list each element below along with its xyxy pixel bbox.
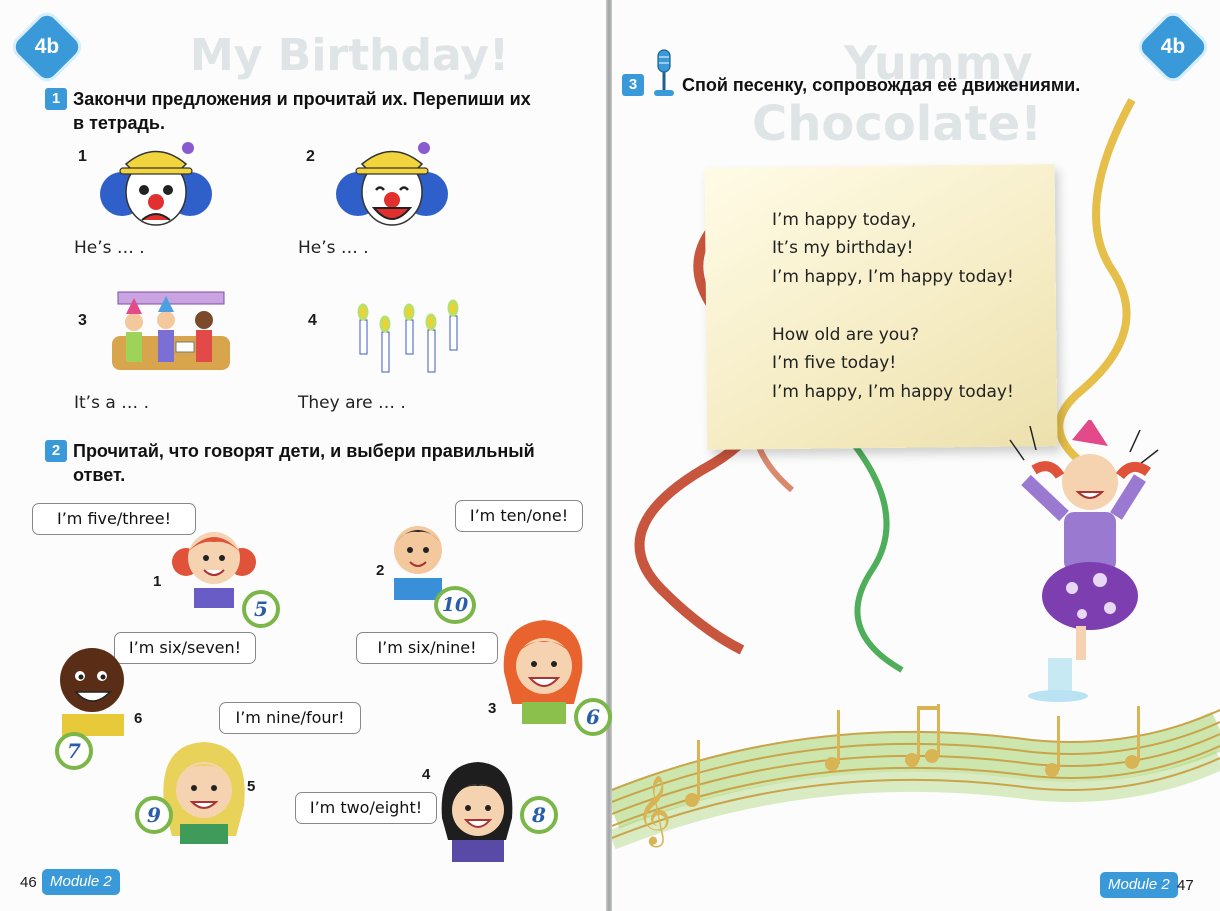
task2-title-line2: ответ. xyxy=(73,465,126,485)
kid-6-illustration xyxy=(60,648,124,736)
kid-4-illustration xyxy=(441,762,513,862)
task1-sentence-4: They are … . xyxy=(298,393,406,413)
clown-happy-icon xyxy=(336,142,448,226)
task1-number: 1 xyxy=(45,88,67,110)
module-tab-right: Module 2 xyxy=(1100,872,1178,898)
kid-5-age: 9 xyxy=(135,796,173,834)
ghost-title: My Birthday! xyxy=(190,30,510,81)
kid-6-age: 7 xyxy=(55,732,93,770)
song-verse2-line3: I’m happy, I’m happy today! xyxy=(772,382,1014,402)
kid-6-number: 6 xyxy=(134,710,143,727)
song-verse2-line1: How old are you? xyxy=(772,325,919,345)
speech-bubble-kid-3: I’m six/nine! xyxy=(356,632,498,664)
speech-bubble-kid-5: I’m nine/four! xyxy=(219,702,361,734)
kid-1-number: 1 xyxy=(153,573,162,590)
kid-2-illustration xyxy=(394,526,442,600)
task1-item-num-2: 2 xyxy=(306,148,315,165)
dancing-girl-illustration xyxy=(1009,420,1159,702)
svg-text:𝄞: 𝄞 xyxy=(636,775,671,847)
task1-sentence-1: He’s … . xyxy=(74,238,145,258)
unit-badge-right-label: 4b xyxy=(1160,35,1186,58)
speech-bubble-kid-4: I’m two/eight! xyxy=(295,792,437,824)
kid-4-number: 4 xyxy=(422,766,431,783)
kid-1-illustration xyxy=(172,532,256,608)
music-notes-icon: 𝄞 xyxy=(612,704,1220,850)
task1-item-num-3: 3 xyxy=(78,312,87,329)
task1-title-line2: в тетрадь. xyxy=(73,113,165,133)
speech-bubble-kid-2: I’m ten/one! xyxy=(455,500,583,532)
page-number-left: 46 xyxy=(20,874,37,891)
task1-item-num-4: 4 xyxy=(308,312,317,329)
task1-sentence-2: He’s … . xyxy=(298,238,369,258)
kid-5-illustration xyxy=(163,742,245,844)
clown-sad-icon xyxy=(100,142,212,226)
birthday-party-icon xyxy=(112,291,230,370)
page-number-right: 47 xyxy=(1177,877,1194,894)
candles-icon xyxy=(357,299,459,373)
kid-4-age: 8 xyxy=(520,796,558,834)
song-verse1-line2: It’s my birthday! xyxy=(772,238,914,258)
song-verse2-line2: I’m five today! xyxy=(772,353,897,373)
kid-2-age: 10 xyxy=(434,586,476,624)
kid-1-age: 5 xyxy=(242,590,280,628)
module-tab-left: Module 2 xyxy=(42,869,120,895)
song-paper xyxy=(704,164,1058,450)
kid-5-number: 5 xyxy=(247,778,256,795)
task2-title-line1: Прочитай, что говорят дети, и выбери пра… xyxy=(73,441,535,461)
song-verse1-line1: I’m happy today, xyxy=(772,210,917,230)
song-verse1-line3: I’m happy, I’m happy today! xyxy=(772,267,1014,287)
task1-title-line1: Закончи предложения и прочитай их. Переп… xyxy=(73,89,531,109)
unit-badge-left-label: 4b xyxy=(34,35,60,58)
kid-3-number: 3 xyxy=(488,700,497,717)
task1-sentence-3: It’s a … . xyxy=(74,393,149,413)
task2-number: 2 xyxy=(45,440,67,462)
kid-2-number: 2 xyxy=(376,562,385,579)
kid-3-age: 6 xyxy=(574,698,612,736)
task1-item-num-1: 1 xyxy=(78,148,87,165)
